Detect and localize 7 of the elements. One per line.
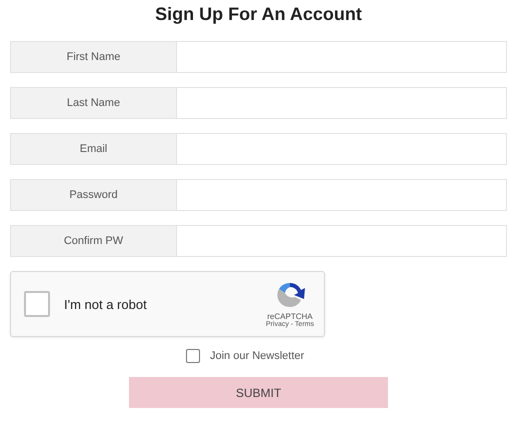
captcha-brand: reCAPTCHA — [267, 312, 313, 321]
captcha-label: I'm not a robot — [64, 296, 148, 312]
form-title: Sign Up For An Account — [154, 3, 363, 26]
submit-button[interactable]: SUBMIT — [129, 377, 388, 408]
captcha-checkbox[interactable] — [24, 291, 50, 317]
newsletter-label: Join our Newsletter — [210, 350, 304, 362]
newsletter-checkbox[interactable] — [186, 349, 200, 363]
